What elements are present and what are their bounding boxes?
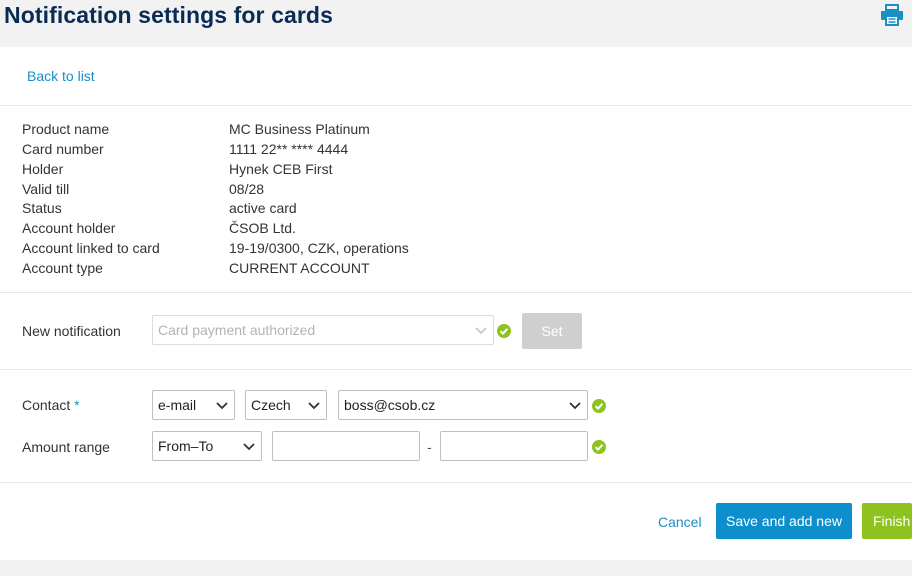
chevron-down-icon [243,443,255,451]
contact-channel-select[interactable]: e-mail [152,390,235,420]
divider [0,292,912,293]
info-label: Account holder [22,220,116,236]
save-and-add-new-button[interactable]: Save and add new [716,503,852,539]
set-button[interactable]: Set [522,313,582,349]
notification-type-value: Card payment authorized [158,322,316,338]
check-circle-icon [497,324,511,338]
divider [0,105,912,106]
notification-type-select[interactable]: Card payment authorized [152,315,494,345]
info-value: 08/28 [229,181,265,197]
contact-address-value: boss@csob.cz [344,397,436,413]
info-value: 1111 22** **** 4444 [229,141,349,157]
contact-language-value: Czech [251,397,291,413]
settings-card: Back to list Product name MC Business Pl… [0,47,912,560]
amount-to-input[interactable] [440,431,588,461]
chevron-down-icon [475,327,487,335]
info-label: Account type [22,260,103,276]
printer-icon[interactable] [880,4,904,26]
range-separator: - [427,439,432,455]
info-value: MC Business Platinum [229,121,370,137]
contact-label: Contact * [22,397,80,413]
divider [0,482,912,483]
back-to-list-link[interactable]: Back to list [27,68,95,84]
info-value: ČSOB Ltd. [229,220,296,236]
check-circle-icon [592,399,606,413]
contact-label-text: Contact [22,397,71,413]
info-label: Product name [22,121,110,137]
amount-range-label: Amount range [22,439,110,455]
contact-channel-value: e-mail [158,397,197,413]
info-value: CURRENT ACCOUNT [229,260,370,276]
new-notification-label: New notification [22,323,121,339]
info-label: Valid till [22,181,70,197]
chevron-down-icon [308,402,320,410]
info-label: Status [22,200,62,216]
contact-address-select[interactable]: boss@csob.cz [338,390,588,420]
finish-button[interactable]: Finish [862,503,912,539]
amount-range-mode-value: From–To [158,438,214,454]
cancel-link[interactable]: Cancel [658,514,702,530]
info-label: Holder [22,161,64,177]
page-title: Notification settings for cards [4,2,333,28]
amount-from-input[interactable] [272,431,420,461]
info-label: Card number [22,141,104,157]
chevron-down-icon [216,402,228,410]
info-value: 19-19/0300, CZK, operations [229,240,409,256]
chevron-down-icon [569,402,581,410]
amount-range-mode-select[interactable]: From–To [152,431,262,461]
divider [0,369,912,370]
info-label: Account linked to card [22,240,160,256]
check-circle-icon [592,440,606,454]
info-value: Hynek CEB First [229,161,333,177]
required-mark: * [74,397,80,413]
contact-language-select[interactable]: Czech [245,390,327,420]
info-value: active card [229,200,297,216]
